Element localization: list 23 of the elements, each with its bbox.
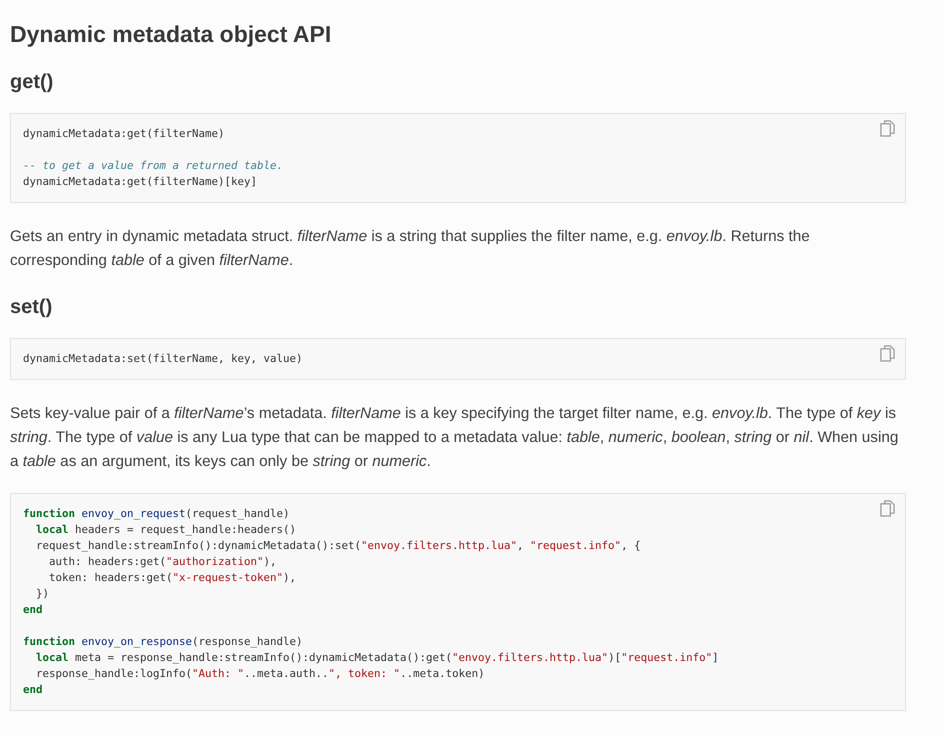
code-line: dynamicMetadata:get(filterName) [23,126,225,142]
code-line: local meta = response_handle:streamInfo():dynamicMetadata():get("envoy.filters.http.lua")["request.info"] [35,650,719,666]
code-line: dynamicMetadata:set(filterName, key, value) [23,351,303,367]
copy-icon[interactable] [880,500,895,517]
code-line: request_handle:streamInfo():dynamicMetadata():set("envoy.filters.http.lua", "request.info", { [35,538,641,554]
code-line: function envoy_on_response(response_handle) [23,634,303,650]
section-heading: set() [10,295,54,319]
code-line: token: headers:get("x-request-token"), [48,570,296,586]
page-title: Dynamic metadata object API [10,20,332,48]
paragraph: Gets an entry in dynamic metadata struct. filterName is a string that supplies the filter name, e.g. envoy.lb. Returns the corresponding table of a given filterName. [10,227,811,271]
paragraph: Sets key-value pair of a filterName’s metadata. filterName is a key specifying the target filter name, e.g. envoy.lb. The type of key is string. The type of value is any Lua type that can be mapped to a metadata value: table, numeric, boolean, string or nil. When using a table as an argument, its keys can only be string or numeric. [10,404,900,472]
code-line: end [23,602,43,618]
code-line: auth: headers:get("authorization"), [48,554,277,570]
copy-icon[interactable] [880,345,895,362]
code-line: function envoy_on_request(request_handle) [23,506,290,522]
code-line: dynamicMetadata:get(filterName)[key] [23,174,258,190]
code-line: end [23,682,43,698]
copy-icon[interactable] [880,120,895,137]
section-heading: get() [10,70,54,94]
code-line: }) [35,586,50,602]
code-line: -- to get a value from a returned table. [23,158,284,174]
code-line: local headers = request_handle:headers() [35,522,296,538]
code-line: response_handle:logInfo("Auth: "..meta.auth..", token: "..meta.token) [35,666,485,682]
